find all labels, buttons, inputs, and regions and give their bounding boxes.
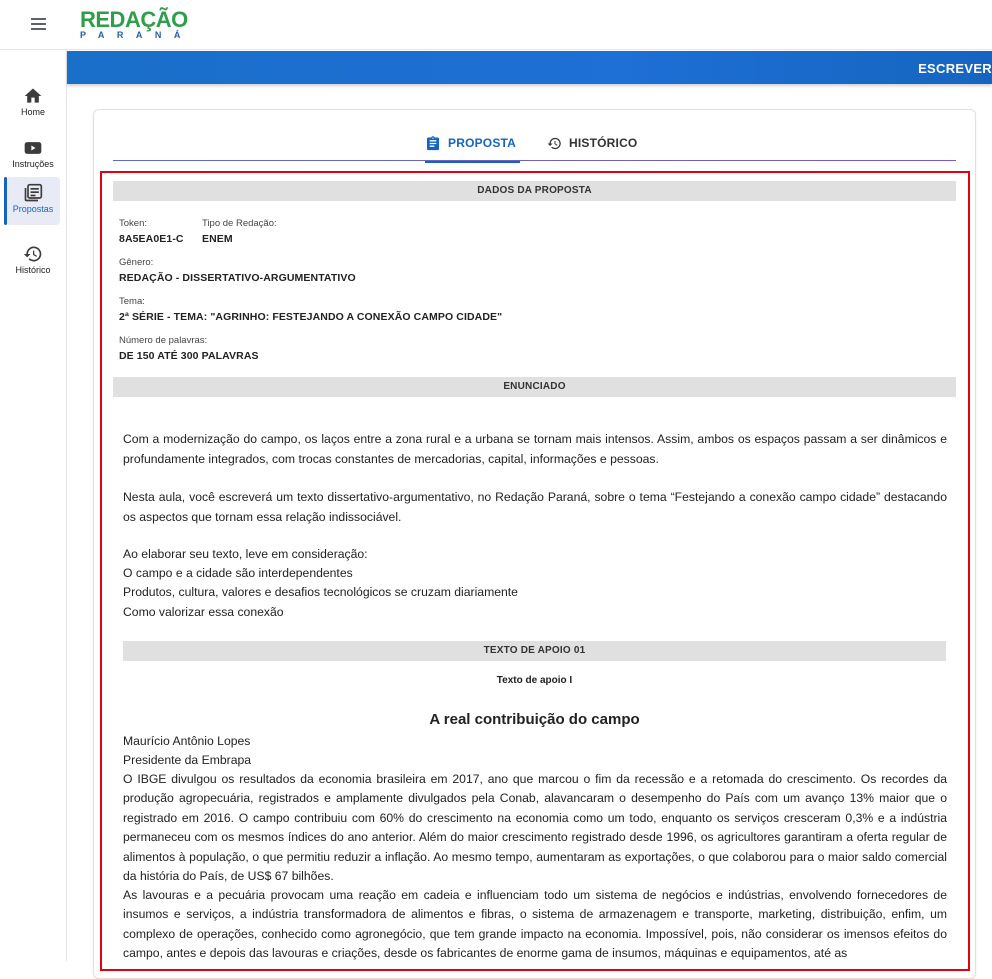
header-banner: ESCREVER	[67, 51, 992, 84]
token-value: 8A5EA0E1-C	[119, 233, 184, 245]
top-app-bar: REDAÇÃO PARANÁ	[0, 0, 992, 50]
menu-icon[interactable]	[27, 14, 51, 34]
article-author-role: Presidente da Embrapa	[123, 753, 252, 767]
apoio-subtitle: Texto de apoio I	[496, 675, 573, 686]
enunciado-line: O campo e a cidade são interdependentes	[123, 566, 353, 580]
genero-value: REDAÇÃO - DISSERTATIVO-ARGUMENTATIVO	[119, 272, 356, 284]
tab-historico[interactable]: HISTÓRICO	[547, 124, 637, 162]
tema-label: Tema:	[119, 296, 145, 307]
enunciado-paragraph-1: Com a modernização do campo, os laços en…	[123, 432, 947, 466]
video-icon	[24, 142, 42, 154]
history-icon	[547, 137, 561, 149]
tab-bar: PROPOSTA HISTÓRICO	[113, 124, 956, 163]
enunciado-section-header: ENUNCIADO	[113, 377, 956, 397]
tab-label: HISTÓRICO	[569, 136, 638, 150]
sidebar-item-label: Histórico	[15, 265, 51, 275]
tema-value: 2ª SÉRIE - TEMA: "AGRINHO: FESTEJANDO A …	[119, 311, 503, 323]
sidebar-item-historico[interactable]: Histórico	[6, 238, 60, 286]
enunciado-line: Ao elaborar seu texto, leve em considera…	[123, 547, 368, 561]
enunciado-line: Como valorizar essa conexão	[123, 605, 284, 619]
dados-section-header: DADOS DA PROPOSTA	[113, 181, 956, 201]
palavras-value: DE 150 ATÉ 300 PALAVRAS	[119, 350, 259, 362]
home-icon	[24, 88, 42, 103]
sidebar-item-home[interactable]: Home	[6, 80, 60, 128]
sidebar-item-label: Home	[20, 107, 45, 117]
tab-divider	[113, 160, 956, 161]
article-paragraph-2: As lavouras e a pecuária provocam uma re…	[123, 888, 947, 961]
clipboard-icon	[427, 135, 439, 150]
tipo-value: ENEM	[202, 233, 233, 245]
history-icon	[23, 246, 42, 262]
tab-label: PROPOSTA	[448, 136, 517, 150]
tipo-label: Tipo de Redação:	[202, 218, 277, 229]
enunciado-paragraph-2: Nesta aula, você escreverá um texto diss…	[123, 490, 947, 524]
sidebar-item-propostas[interactable]: Propostas	[4, 177, 60, 225]
sidebar-item-instrucoes[interactable]: Instruções	[6, 132, 60, 180]
logo-top-text: REDAÇÃO	[80, 7, 188, 32]
escrever-button[interactable]: ESCREVER	[918, 61, 992, 76]
sidebar-item-label: Propostas	[12, 204, 54, 214]
app-logo[interactable]: REDAÇÃO PARANÁ	[80, 7, 193, 40]
palavras-label: Número de palavras:	[119, 335, 208, 346]
genero-label: Gênero:	[119, 257, 154, 268]
sidebar: Home Instruções Propostas Histórico	[0, 50, 67, 961]
token-label: Token:	[119, 218, 147, 229]
propostas-icon	[24, 183, 43, 202]
tab-proposta[interactable]: PROPOSTA	[425, 124, 521, 163]
article-paragraph-1: O IBGE divulgou os resultados da economi…	[123, 772, 947, 884]
logo-bottom-text: PARANÁ	[80, 30, 193, 40]
enunciado-line: Produtos, cultura, valores e desafios te…	[123, 585, 518, 599]
apoio-section-header: TEXTO DE APOIO 01	[123, 641, 946, 661]
sidebar-item-label: Instruções	[12, 159, 54, 169]
article-author: Maurício Antônio Lopes	[123, 734, 251, 748]
article-title: A real contribuição do campo	[429, 711, 640, 728]
